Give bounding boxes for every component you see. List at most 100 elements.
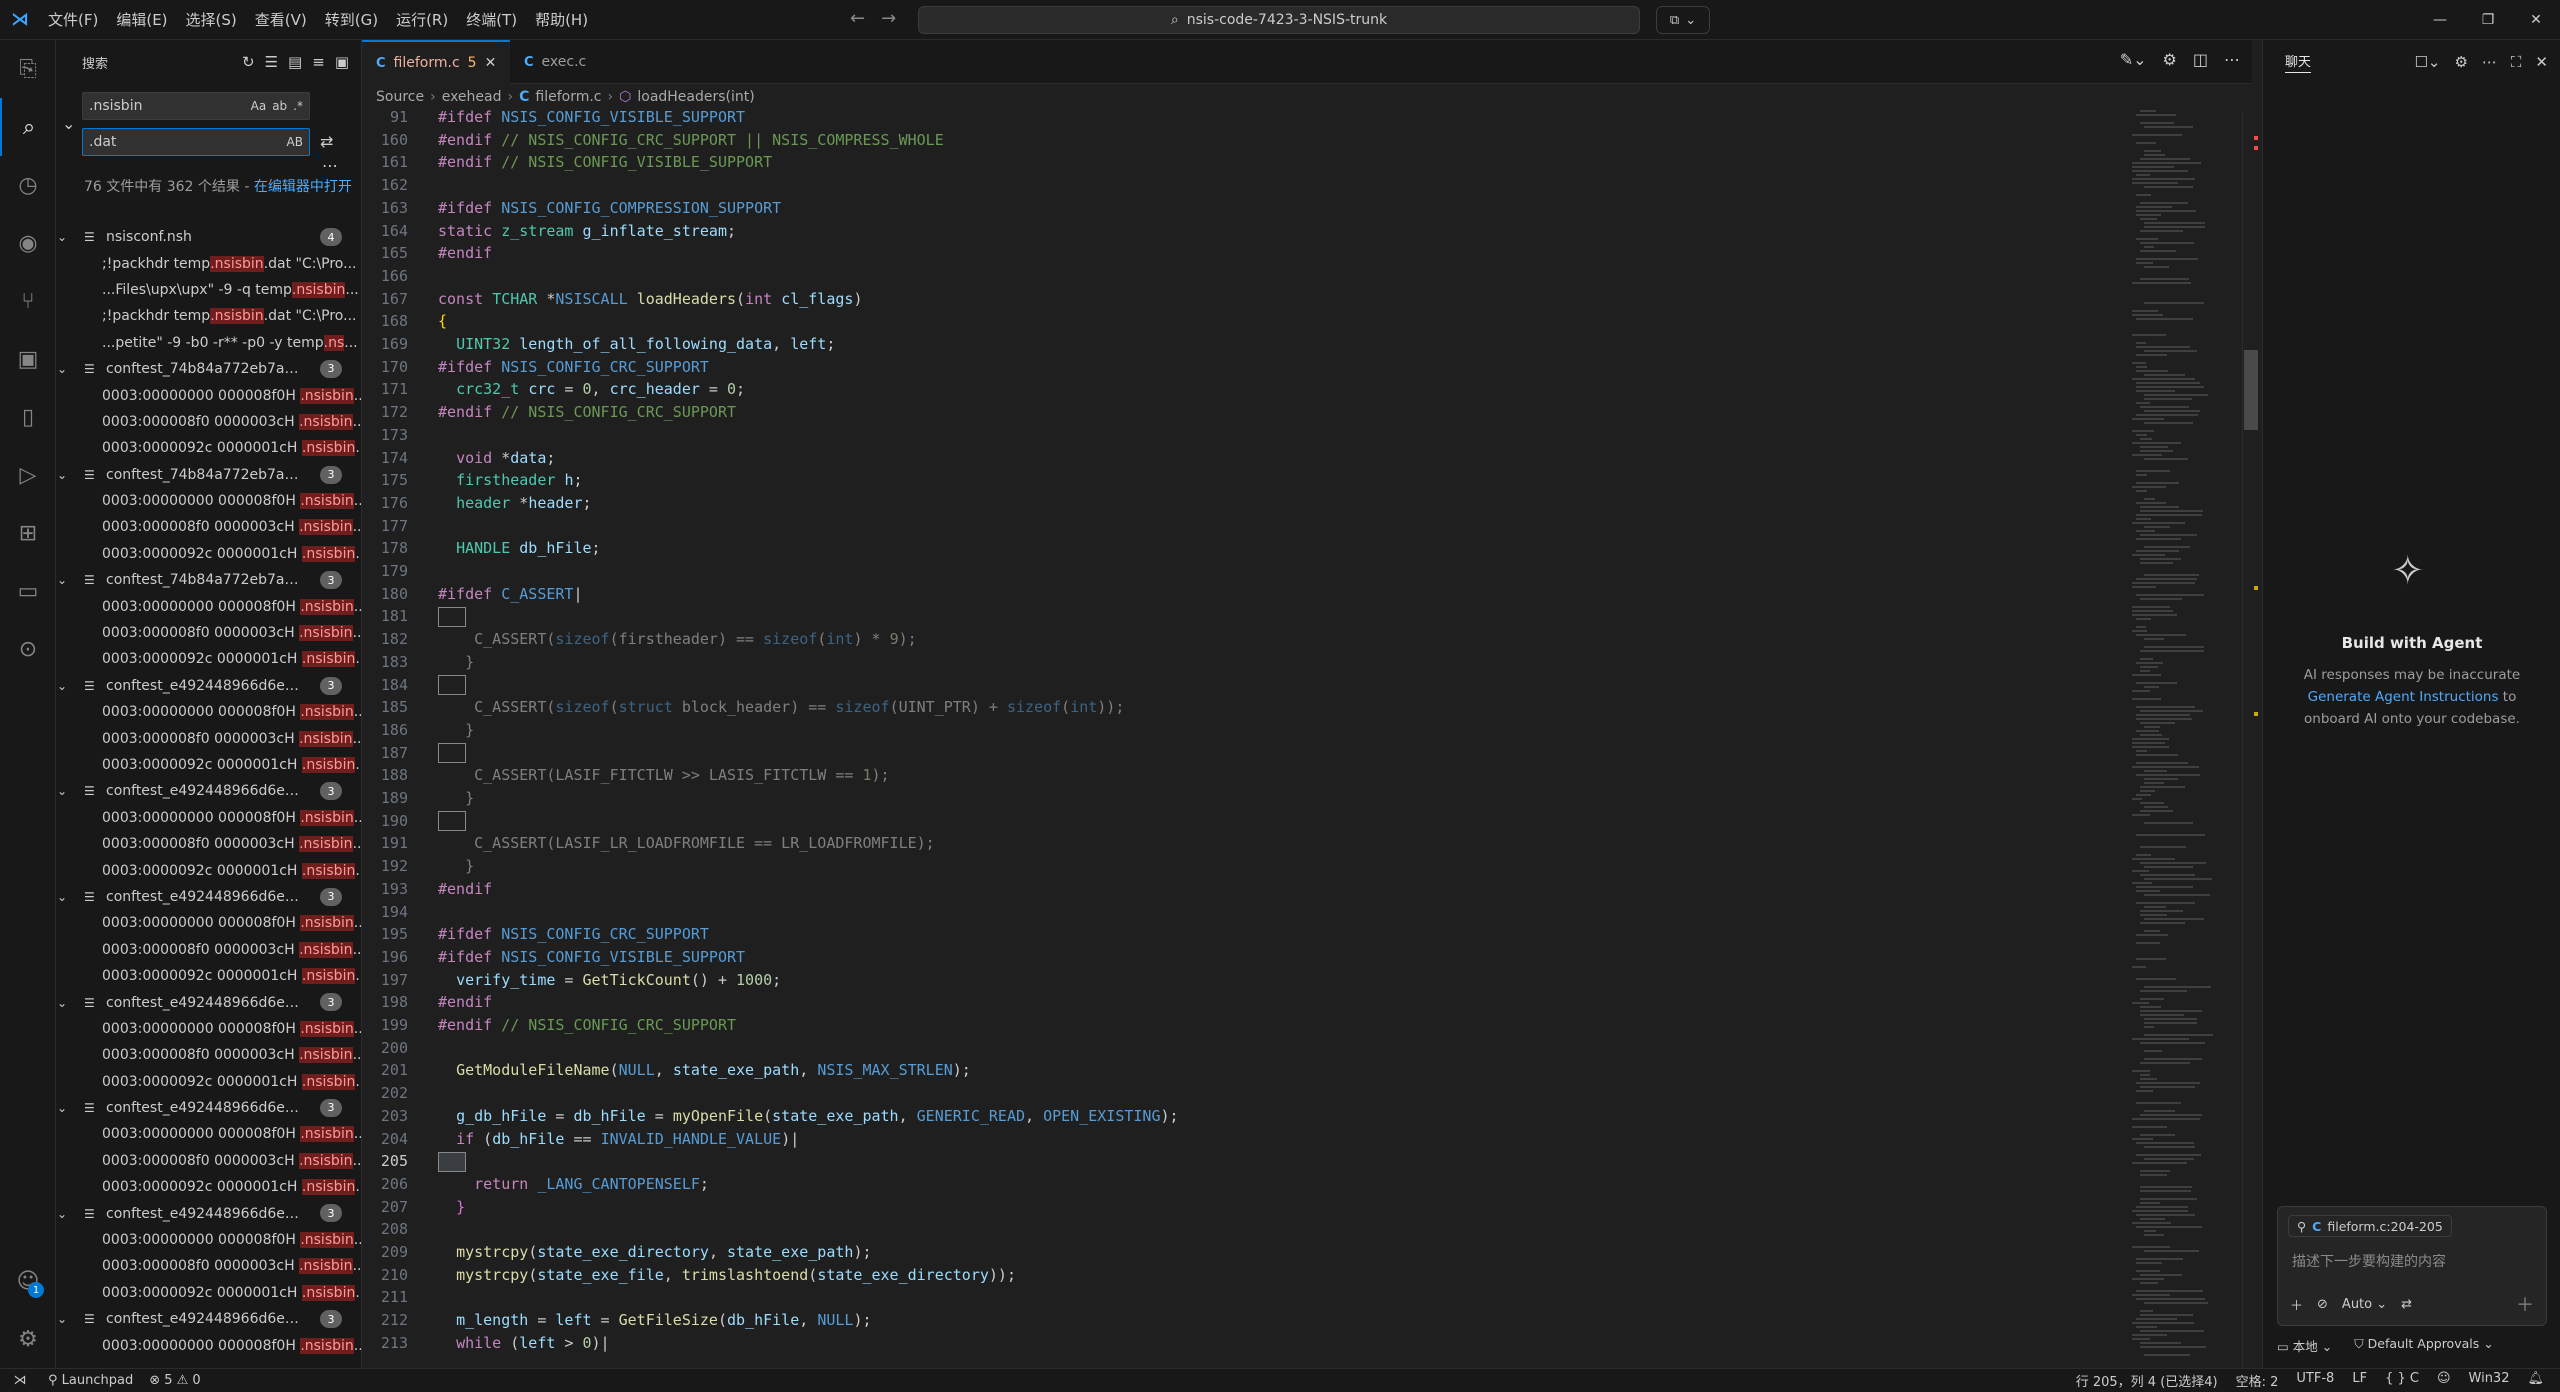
- code-line[interactable]: 184: [362, 674, 2122, 697]
- indentation-status[interactable]: 空格: 2: [2228, 1371, 2287, 1390]
- context-chip[interactable]: ⚲ Cfileform.c:204-205: [2288, 1215, 2452, 1237]
- code-line[interactable]: 91 #ifdef NSIS_CONFIG_VISIBLE_SUPPORT: [362, 110, 2122, 129]
- tab-exec[interactable]: C exec.c: [510, 40, 622, 84]
- code-line[interactable]: 193 #endif: [362, 878, 2122, 901]
- replace-all-icon[interactable]: ⇄: [320, 132, 333, 151]
- code-line[interactable]: 180 #ifdef C_ASSERT|: [362, 583, 2122, 606]
- result-match[interactable]: 0003:00000000 000008f0H .nsisbin...: [56, 1332, 361, 1358]
- code-line[interactable]: 160 #endif // NSIS_CONFIG_CRC_SUPPORT || …: [362, 129, 2122, 152]
- result-match[interactable]: ;!packhdr temp .nsisbin .dat "C:\Pro...: [56, 250, 361, 276]
- gitlens-icon[interactable]: ⊙: [0, 620, 56, 678]
- menu-item[interactable]: 文件(F): [40, 5, 106, 34]
- encoding-status[interactable]: UTF-8: [2288, 1371, 2342, 1390]
- result-match[interactable]: 0003:000008f0 0000003cH .nsisbin...: [56, 1042, 361, 1068]
- forward-arrow-icon[interactable]: →: [881, 8, 896, 29]
- back-arrow-icon[interactable]: ←: [850, 8, 865, 29]
- result-match[interactable]: 0003:0000092c 0000001cH .nsisbin...: [56, 1174, 361, 1200]
- result-file[interactable]: ⌄ ☰ conftest_e492448966d6e04... 3: [56, 884, 361, 910]
- result-match[interactable]: 0003:00000000 000008f0H .nsisbin...: [56, 1227, 361, 1253]
- menu-item[interactable]: 终端(T): [458, 5, 525, 34]
- search-input[interactable]: .nsisbin Aa ab .*: [82, 92, 310, 120]
- result-match[interactable]: 0003:000008f0 0000003cH .nsisbin...: [56, 937, 361, 963]
- result-file[interactable]: ⌄ ☰ conftest_e492448966d6e04... 3: [56, 1095, 361, 1121]
- code-line[interactable]: 170 #ifdef NSIS_CONFIG_CRC_SUPPORT: [362, 356, 2122, 379]
- code-line[interactable]: 176 header *header;: [362, 492, 2122, 515]
- result-match[interactable]: 0003:00000000 000008f0H .nsisbin...: [56, 593, 361, 619]
- code-line[interactable]: 169 UINT32 length_of_all_following_data,…: [362, 333, 2122, 356]
- chat-title[interactable]: 聊天: [2285, 51, 2312, 73]
- code-line[interactable]: 181: [362, 605, 2122, 628]
- code-line[interactable]: 210 mystrcpy(state_exe_file, trimslashto…: [362, 1264, 2122, 1287]
- restore-button[interactable]: ❐: [2464, 0, 2512, 40]
- result-match[interactable]: 0003:00000000 000008f0H .nsisbin...: [56, 382, 361, 408]
- result-file[interactable]: ⌄ ☰ conftest_e492448966d6e04... 3: [56, 1306, 361, 1332]
- code-line[interactable]: 182 C_ASSERT(sizeof(firstheader) == size…: [362, 628, 2122, 651]
- code-line[interactable]: 200: [362, 1037, 2122, 1060]
- code-editor[interactable]: 91 #ifdef NSIS_CONFIG_VISIBLE_SUPPORT 160 #…: [362, 110, 2122, 1368]
- result-match[interactable]: 0003:00000000 000008f0H .nsisbin...: [56, 805, 361, 831]
- code-line[interactable]: 166: [362, 265, 2122, 288]
- result-match[interactable]: ...petite" -9 -b0 -r** -p0 -y temp .ns...: [56, 330, 361, 356]
- problems-status[interactable]: ⊗ 5 ⚠ 0: [141, 1373, 209, 1388]
- launchpad-item[interactable]: ⚲ Launchpad: [40, 1373, 141, 1388]
- mode-select[interactable]: Auto ⌄: [2342, 1297, 2387, 1312]
- code-line[interactable]: 191 C_ASSERT(LASIF_LR_LOADFROMFILE == LR…: [362, 832, 2122, 855]
- new-search-editor-icon[interactable]: ▤: [288, 53, 302, 71]
- breadcrumb-symbol[interactable]: loadHeaders(int): [637, 89, 754, 105]
- tab-fileform[interactable]: C fileform.c 5 ✕: [362, 40, 510, 84]
- code-line[interactable]: 161 #endif // NSIS_CONFIG_VISIBLE_SUPPORT: [362, 151, 2122, 174]
- scrollbar-thumb[interactable]: [2244, 350, 2258, 430]
- maximize-icon[interactable]: ⛶: [2511, 53, 2522, 71]
- menu-item[interactable]: 查看(V): [247, 5, 315, 34]
- chevron-down-icon[interactable]: ⌄: [56, 1312, 68, 1326]
- code-line[interactable]: 183 }: [362, 651, 2122, 674]
- result-match[interactable]: 0003:0000092c 0000001cH .nsisbin...: [56, 1280, 361, 1306]
- code-line[interactable]: 165 #endif: [362, 242, 2122, 265]
- package-icon[interactable]: ▣: [0, 330, 56, 388]
- code-line[interactable]: 199 #endif // NSIS_CONFIG_CRC_SUPPORT: [362, 1014, 2122, 1037]
- code-line[interactable]: 185 C_ASSERT(sizeof(struct block_header)…: [362, 696, 2122, 719]
- code-line[interactable]: 174 void *data;: [362, 447, 2122, 470]
- settings-icon[interactable]: ⚙: [2163, 50, 2177, 69]
- code-line[interactable]: 201 GetModuleFileName(NULL, state_exe_pa…: [362, 1059, 2122, 1082]
- code-line[interactable]: 207 }: [362, 1196, 2122, 1219]
- clear-results-icon[interactable]: ☰: [265, 53, 278, 71]
- code-line[interactable]: 178 HANDLE db_hFile;: [362, 537, 2122, 560]
- approvals-select[interactable]: ⛉ Default Approvals ⌄: [2354, 1336, 2493, 1355]
- chevron-down-icon[interactable]: ⌄: [56, 1207, 68, 1221]
- code-line[interactable]: 162: [362, 174, 2122, 197]
- code-line[interactable]: 195 #ifdef NSIS_CONFIG_CRC_SUPPORT: [362, 923, 2122, 946]
- platform-status[interactable]: Win32: [2461, 1371, 2518, 1390]
- code-line[interactable]: 167 const TCHAR *NSISCALL loadHeaders(int…: [362, 288, 2122, 311]
- json-icon[interactable]: ◉: [0, 214, 56, 272]
- copilot-status-icon[interactable]: ☺: [2429, 1371, 2459, 1390]
- local-select[interactable]: ▭ 本地 ⌄: [2277, 1336, 2332, 1355]
- result-match[interactable]: 0003:000008f0 0000003cH .nsisbin...: [56, 1253, 361, 1279]
- chat-input-box[interactable]: ⚲ Cfileform.c:204-205 描述下一步要构建的内容 ＋ ⊘ Aut…: [2277, 1206, 2547, 1326]
- breadcrumb-file[interactable]: fileform.c: [535, 89, 601, 105]
- result-match[interactable]: 0003:0000092c 0000001cH .nsisbin...: [56, 752, 361, 778]
- code-line[interactable]: 187: [362, 742, 2122, 765]
- search-view-icon[interactable]: ⌕: [0, 98, 56, 156]
- replace-input[interactable]: .dat AB: [82, 128, 310, 156]
- new-chat-icon[interactable]: ☐⌄: [2414, 53, 2440, 71]
- extensions-icon[interactable]: ⊞: [0, 504, 56, 562]
- more-options-icon[interactable]: ⋯: [322, 156, 338, 175]
- result-match[interactable]: ...Files\upx\upx" -9 -q temp .nsisbin...: [56, 277, 361, 303]
- run-debug-icon[interactable]: ▷: [0, 446, 56, 504]
- menu-item[interactable]: 运行(R): [388, 5, 456, 34]
- code-line[interactable]: 186 }: [362, 719, 2122, 742]
- close-window-button[interactable]: ✕: [2512, 0, 2560, 40]
- code-line[interactable]: 177: [362, 515, 2122, 538]
- chevron-down-icon[interactable]: ⌄: [56, 784, 68, 798]
- result-file[interactable]: ⌄ ☰ conftest_e492448966d6e04... 3: [56, 778, 361, 804]
- copilot-edit-icon[interactable]: ✎⌄: [2120, 50, 2147, 69]
- result-match[interactable]: 0003:0000092c 0000001cH .nsisbin...: [56, 435, 361, 461]
- chevron-down-icon[interactable]: ⌄: [56, 679, 68, 693]
- code-line[interactable]: 209 mystrcpy(state_exe_directory, state_…: [362, 1241, 2122, 1264]
- result-file[interactable]: ⌄ ☰ nsisconf.nsh 4: [56, 224, 361, 250]
- code-line[interactable]: 206 return _LANG_CANTOPENSELF;: [362, 1173, 2122, 1196]
- chevron-down-icon[interactable]: ⌄: [56, 1101, 68, 1115]
- result-match[interactable]: 0003:000008f0 0000003cH .nsisbin...: [56, 409, 361, 435]
- code-line[interactable]: 211: [362, 1286, 2122, 1309]
